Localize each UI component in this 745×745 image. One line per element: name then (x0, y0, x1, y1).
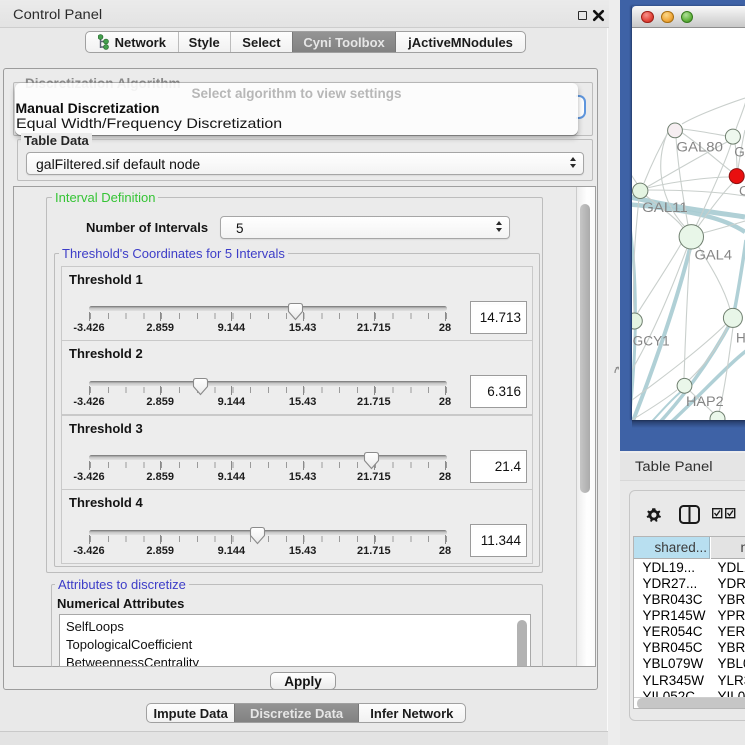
svg-text:GCY1: GCY1 (633, 334, 670, 349)
svg-text:GAL11: GAL11 (642, 200, 688, 215)
svg-text:GAL4: GAL4 (695, 248, 733, 263)
svg-text:GAL: GAL (734, 144, 745, 159)
svg-text:H: H (736, 331, 745, 346)
svg-text:GAL80: GAL80 (676, 139, 723, 154)
svg-text:HAP2: HAP2 (686, 394, 724, 409)
svg-text:CY: CY (739, 184, 745, 199)
